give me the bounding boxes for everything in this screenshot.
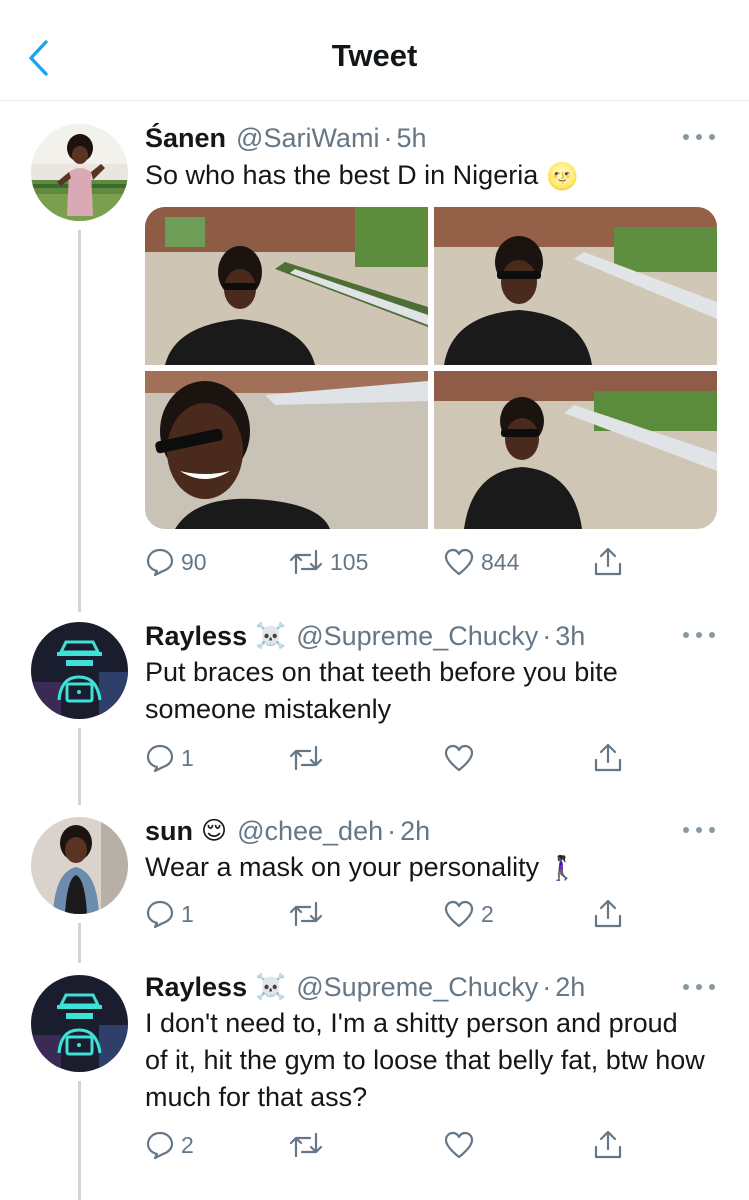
tweet-text: Wear a mask on your personality 🚶🏿‍♀️ (145, 849, 715, 887)
display-name[interactable]: Śanen (145, 123, 226, 154)
share-icon (594, 743, 622, 772)
main-tweet[interactable]: Śanen @SariWami · 5h So who has the best… (0, 0, 749, 612)
share-button[interactable] (592, 1125, 624, 1165)
like-button[interactable] (443, 738, 475, 778)
heart-icon (444, 744, 474, 772)
reply-count: 90 (181, 548, 207, 575)
avatar[interactable] (31, 817, 128, 914)
timestamp[interactable]: 5h (396, 123, 426, 154)
photo-3[interactable] (145, 371, 428, 529)
walking-woman-emoji: 🚶🏿‍♀️ (547, 855, 578, 883)
more-options-button[interactable] (683, 629, 715, 641)
separator-dot: · (387, 815, 397, 846)
share-icon (594, 1130, 622, 1159)
tweet-header: Rayless ☠️ @Supreme_Chucky · 3h (145, 618, 585, 654)
media-grid (145, 207, 717, 529)
like-button[interactable] (443, 1125, 475, 1165)
more-options-button[interactable] (683, 981, 715, 993)
retweet-button[interactable] (288, 894, 324, 934)
avatar[interactable] (31, 622, 128, 719)
display-name[interactable]: sun (145, 816, 193, 847)
reply-button[interactable]: 2 (145, 1125, 194, 1165)
heart-icon (444, 900, 474, 928)
avatar[interactable] (31, 124, 128, 221)
action-bar: 1 2 (145, 894, 635, 934)
like-count: 2 (481, 900, 494, 927)
share-button[interactable] (592, 542, 624, 582)
skull-emoji: ☠️ (255, 972, 287, 1001)
tweet-text: So who has the best D in Nigeria 🌝 (145, 157, 715, 195)
reply-icon (146, 1131, 174, 1160)
reply-tweet[interactable]: Rayless ☠️ @Supreme_Chucky · 2h I don't … (0, 963, 749, 1200)
like-count: 844 (481, 548, 520, 575)
timestamp[interactable]: 2h (400, 816, 430, 847)
thread-line (78, 230, 81, 612)
tweet-header: Rayless ☠️ @Supreme_Chucky · 2h (145, 969, 585, 1005)
thread-line (78, 728, 81, 805)
reply-button[interactable]: 1 (145, 894, 194, 934)
photo-1[interactable] (145, 207, 428, 365)
more-options-button[interactable] (683, 824, 715, 836)
share-icon (594, 899, 622, 928)
display-name[interactable]: Rayless (145, 972, 247, 1003)
tweet-header: Śanen @SariWami · 5h (145, 120, 427, 156)
action-bar: 90 105 844 (145, 542, 635, 582)
tweet-text: Put braces on that teeth before you bite… (145, 657, 618, 724)
reply-button[interactable]: 90 (145, 542, 207, 582)
action-bar: 2 (145, 1125, 635, 1165)
moon-emoji: 🌝 (546, 161, 579, 192)
reply-icon (146, 548, 174, 577)
retweet-icon (289, 1132, 323, 1158)
share-button[interactable] (592, 738, 624, 778)
reply-tweet[interactable]: sun 😌 @chee_deh · 2h Wear a mask on your… (0, 805, 749, 963)
tweet-header: sun 😌 @chee_deh · 2h (145, 813, 430, 849)
retweet-button[interactable] (288, 1125, 324, 1165)
handle[interactable]: @chee_deh (237, 816, 383, 847)
thread-line (78, 1081, 81, 1200)
retweet-icon (289, 745, 323, 771)
heart-icon (444, 548, 474, 576)
tweet-text: I don't need to, I'm a shitty person and… (145, 1008, 705, 1112)
avatar[interactable] (31, 975, 128, 1072)
handle[interactable]: @Supreme_Chucky (296, 621, 538, 652)
separator-dot: · (542, 971, 552, 1002)
retweet-count: 105 (330, 548, 369, 575)
action-bar: 1 (145, 738, 635, 778)
share-button[interactable] (592, 894, 624, 934)
like-button[interactable]: 844 (443, 542, 519, 582)
retweet-icon (289, 901, 323, 927)
share-icon (594, 547, 622, 576)
retweet-icon (289, 549, 323, 575)
reply-count: 1 (181, 900, 194, 927)
handle[interactable]: @SariWami (236, 123, 379, 154)
reply-icon (146, 900, 174, 929)
separator-dot: · (383, 122, 393, 153)
reply-count: 2 (181, 1131, 194, 1158)
reply-count: 1 (181, 744, 194, 771)
thread-line (78, 923, 81, 963)
timestamp[interactable]: 3h (555, 621, 585, 652)
retweet-button[interactable]: 105 (288, 542, 368, 582)
reply-button[interactable]: 1 (145, 738, 194, 778)
reply-icon (146, 744, 174, 773)
relieved-face-emoji: 😌 (201, 817, 228, 845)
handle[interactable]: @Supreme_Chucky (296, 972, 538, 1003)
photo-4[interactable] (434, 371, 717, 529)
timestamp[interactable]: 2h (555, 972, 585, 1003)
photo-2[interactable] (434, 207, 717, 365)
separator-dot: · (542, 620, 552, 651)
retweet-button[interactable] (288, 738, 324, 778)
display-name[interactable]: Rayless (145, 621, 247, 652)
skull-emoji: ☠️ (255, 621, 287, 650)
heart-icon (444, 1131, 474, 1159)
reply-tweet[interactable]: Rayless ☠️ @Supreme_Chucky · 3h Put brac… (0, 610, 749, 805)
like-button[interactable]: 2 (443, 894, 494, 934)
more-options-button[interactable] (683, 131, 715, 143)
